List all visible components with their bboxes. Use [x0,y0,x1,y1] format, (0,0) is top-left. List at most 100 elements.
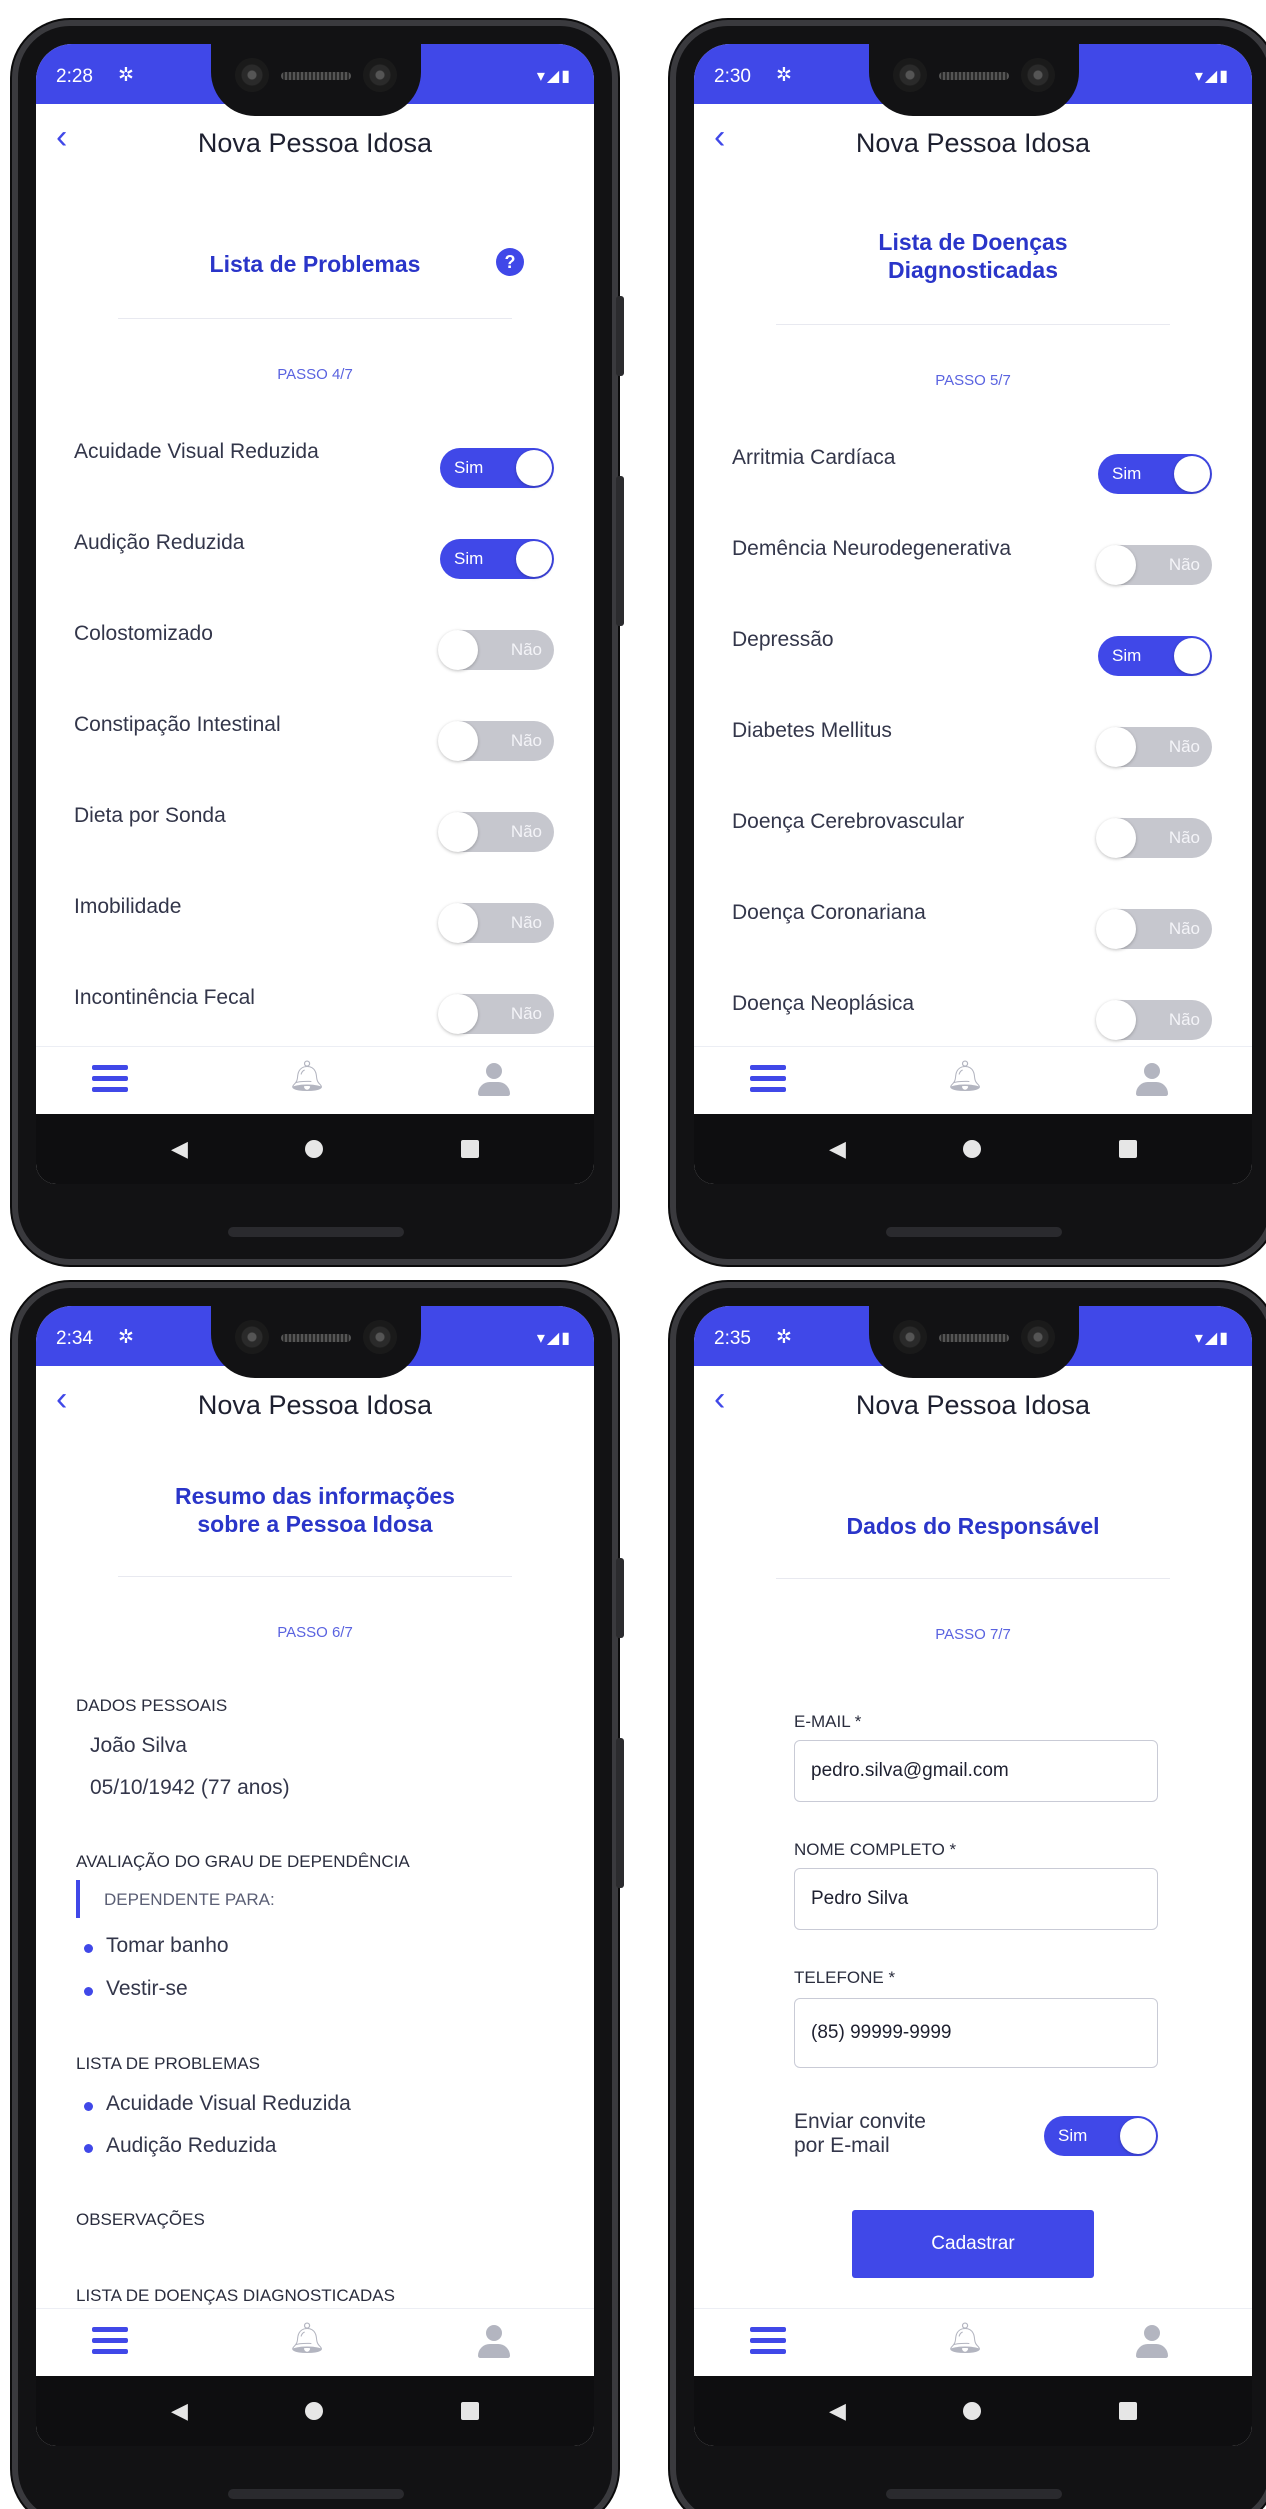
back-icon[interactable]: ◀ [829,1136,846,1162]
problem-label: Incontinência Fecal [74,986,255,1009]
step-indicator: PASSO 6/7 [277,1624,353,1641]
page-title-line1: Resumo das informações [175,1483,455,1509]
home-icon[interactable] [963,1140,981,1158]
disease-toggle[interactable]: Não [1096,909,1212,949]
phone-frame-2: 2:30 ✲ ▾◢▮ ‹ Nova Pessoa Idosa Lista de … [670,20,1266,1265]
toggle-state: Sim [1058,2126,1088,2145]
app-title: Nova Pessoa Idosa [197,128,433,158]
disease-label: Doença Coronariana [732,901,926,924]
accent-bar [76,1880,80,1918]
status-time: 2:34 [56,1328,93,1349]
step-indicator: PASSO 7/7 [935,1626,1011,1643]
screen-lista-problemas: 2:28 ✲ ▾◢▮ ‹ Nova Pessoa Idosa Lista de … [36,44,594,1184]
invite-label-line2: por E-mail [794,2134,890,2157]
help-icon[interactable]: ? [496,248,524,276]
toggle-state: Não [1168,555,1200,574]
toggle-state: Sim [454,458,484,477]
disease-toggle[interactable]: Não [1096,727,1212,767]
settings-icon: ✲ [118,65,134,86]
problem-toggle[interactable]: Não [438,630,554,670]
problem-label: Colostomizado [74,622,213,645]
problem-label: Imobilidade [74,895,182,918]
list-item: Tomar banho [106,1934,229,1957]
bullet-icon [84,1987,93,1996]
back-icon[interactable]: ◀ [829,2398,846,2424]
name-field[interactable] [794,1868,1158,1930]
screen-responsavel: 2:35 ✲ ▾◢▮ ‹ Nova Pessoa Idosa Dados do … [694,1306,1252,2446]
step-indicator: PASSO 5/7 [935,372,1011,389]
problem-label: Dieta por Sonda [74,804,226,827]
app-bar: ‹ Nova Pessoa Idosa [694,1366,1252,1436]
signal-battery-icon: ▾◢▮ [1194,1330,1230,1347]
screen-resumo: 2:34 ✲ ▾◢▮ ‹ Nova Pessoa Idosa Resumo da… [36,1306,594,2446]
divider [118,1576,512,1577]
divider [118,318,512,319]
disease-toggle[interactable]: Sim [1098,636,1212,676]
disease-label: Doença Cerebrovascular [732,810,965,833]
list-item: Vestir-se [106,1977,188,2000]
status-bar: 2:30 ✲ ▾◢▮ [694,44,1252,116]
user-icon[interactable] [476,1063,512,1099]
problem-toggle[interactable]: Não [438,903,554,943]
system-nav: ◀ [36,2376,594,2446]
bell-icon[interactable]: 🔔︎ [288,2321,326,2356]
signal-battery-icon: ▾◢▮ [536,1330,572,1347]
status-time: 2:35 [714,1328,751,1349]
problem-toggle[interactable]: Não [438,812,554,852]
recents-icon[interactable] [1119,2402,1137,2420]
bullet-icon [84,2144,93,2153]
problem-toggle[interactable]: Não [438,994,554,1034]
phone-field[interactable] [794,1998,1158,2068]
user-icon[interactable] [476,2325,512,2361]
page-title: Dados do Responsável [846,1513,1100,1539]
status-time: 2:28 [56,66,93,87]
disease-toggle[interactable]: Não [1096,1000,1212,1040]
toggle-state: Não [510,1004,542,1023]
settings-icon: ✲ [776,65,792,86]
problem-toggle[interactable]: Sim [440,448,554,488]
recents-icon[interactable] [1119,1140,1137,1158]
disease-toggle[interactable]: Não [1096,818,1212,858]
bell-icon[interactable]: 🔔︎ [288,1059,326,1094]
section-heading: DADOS PESSOAIS [76,1696,228,1715]
section-heading: LISTA DE PROBLEMAS [76,2054,260,2073]
toggle-state: Não [1168,828,1200,847]
submit-button[interactable]: Cadastrar [852,2210,1094,2278]
user-icon[interactable] [1134,1063,1170,1099]
bell-icon[interactable]: 🔔︎ [946,2321,984,2356]
recents-icon[interactable] [461,1140,479,1158]
email-field[interactable] [794,1740,1158,1802]
page-title-line2: Diagnosticadas [888,257,1058,283]
menu-icon[interactable] [92,1065,128,1093]
back-icon[interactable]: ◀ [171,1136,188,1162]
email-label: E-MAIL * [794,1712,862,1731]
disease-toggle[interactable]: Não [1096,545,1212,585]
bottom-nav: 🔔︎ [36,2308,594,2376]
invite-label-line1: Enviar convite [794,2110,926,2133]
menu-icon[interactable] [750,1065,786,1093]
invite-toggle[interactable]: Sim [1044,2116,1158,2156]
recents-icon[interactable] [461,2402,479,2420]
bottom-nav: 🔔︎ [694,2308,1252,2376]
signal-battery-icon: ▾◢▮ [536,68,572,85]
toggle-state: Sim [454,549,484,568]
problem-toggle[interactable]: Não [438,721,554,761]
list-item: Audição Reduzida [106,2134,277,2157]
problem-toggle[interactable]: Sim [440,539,554,579]
disease-toggle[interactable]: Sim [1098,454,1212,494]
home-icon[interactable] [305,1140,323,1158]
user-icon[interactable] [1134,2325,1170,2361]
home-icon[interactable] [305,2402,323,2420]
home-icon[interactable] [963,2402,981,2420]
settings-icon: ✲ [776,1327,792,1348]
phone-label: TELEFONE * [794,1968,896,1987]
bullet-icon [84,1944,93,1953]
disease-label: Diabetes Mellitus [732,719,892,742]
disease-label: Arritmia Cardíaca [732,446,896,469]
back-icon[interactable]: ◀ [171,2398,188,2424]
toggle-state: Não [1168,919,1200,938]
menu-icon[interactable] [92,2327,128,2355]
menu-icon[interactable] [750,2327,786,2355]
app-bar: ‹ Nova Pessoa Idosa [36,104,594,174]
bell-icon[interactable]: 🔔︎ [946,1059,984,1094]
